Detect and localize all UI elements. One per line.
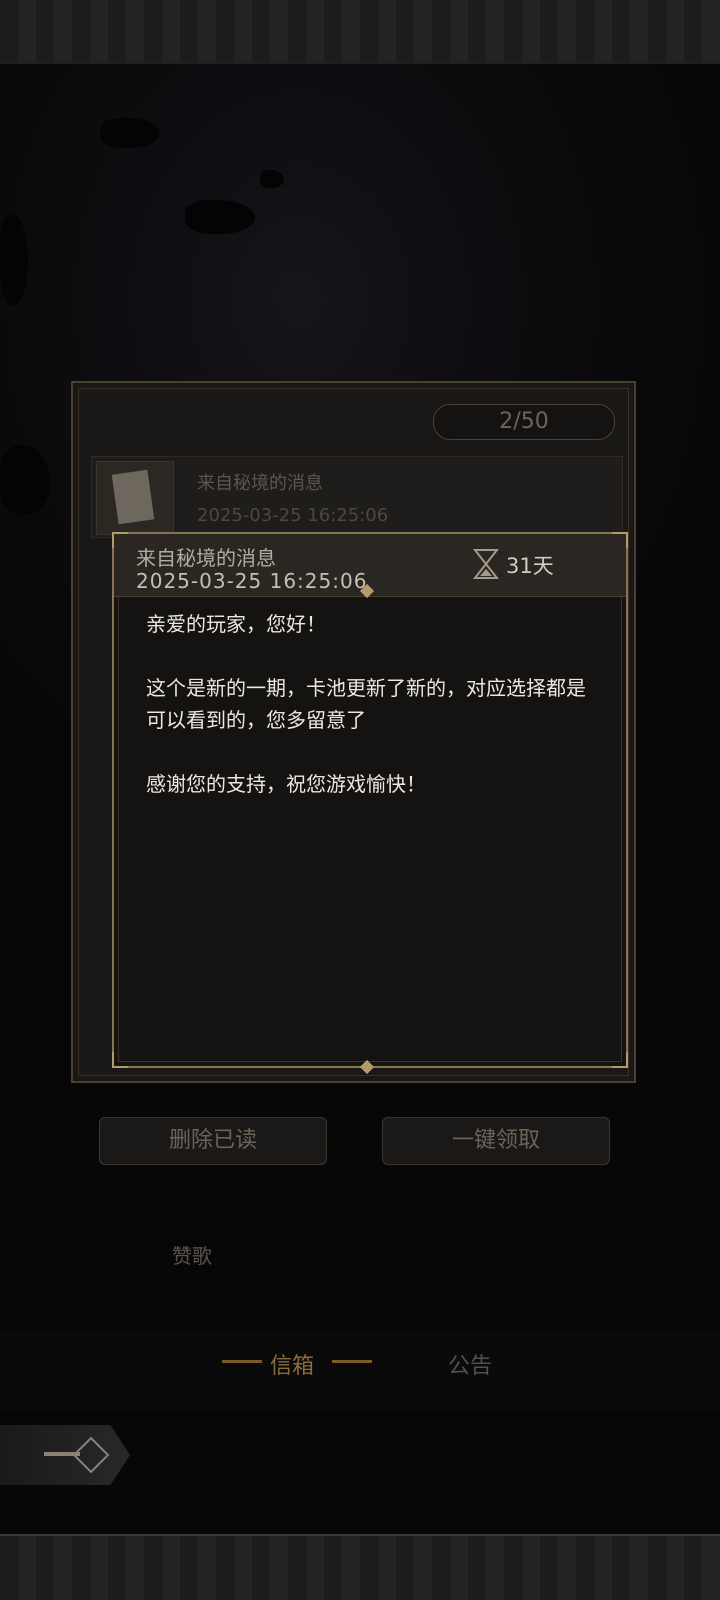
mail-list-item[interactable]: 来自秘境的消息 2025-03-25 16:25:06 xyxy=(91,456,623,538)
mail-greeting: 亲爱的玩家，您好！ xyxy=(146,612,326,636)
mail-body: 亲爱的玩家，您好！ 这个是新的一期，卡池更新了新的，对应选择都是可以看到的，您多… xyxy=(146,608,596,832)
claim-all-button[interactable]: 一键领取 xyxy=(382,1117,610,1165)
tab-ornament-right xyxy=(332,1360,372,1363)
mail-item-title: 来自秘境的消息 xyxy=(197,473,323,494)
mail-detail-header: 来自秘境的消息 2025-03-25 16:25:06 31天 xyxy=(114,534,626,599)
mail-detail-title: 来自秘境的消息 xyxy=(136,546,276,570)
mail-detail-date: 2025-03-25 16:25:06 xyxy=(136,569,368,593)
tab-ornament-left xyxy=(222,1360,262,1363)
hourglass-icon xyxy=(472,549,500,579)
corner-ornament xyxy=(612,1052,628,1068)
tab-mailbox[interactable]: 信箱 xyxy=(270,1348,314,1380)
mail-paragraph: 这个是新的一期，卡池更新了新的，对应选择都是可以看到的，您多留意了 xyxy=(146,676,586,732)
mail-closing: 感谢您的支持，祝您游戏愉快！ xyxy=(146,772,426,796)
hymn-label: 赞歌 xyxy=(172,1244,212,1268)
back-button[interactable] xyxy=(0,1425,130,1485)
mail-count: 2/50 xyxy=(433,404,615,440)
bottom-frame-border xyxy=(0,1534,720,1600)
mail-item-date: 2025-03-25 16:25:06 xyxy=(197,505,389,526)
delete-read-button[interactable]: 删除已读 xyxy=(99,1117,327,1165)
scroll-letter-icon xyxy=(96,461,174,535)
corner-ornament xyxy=(112,1052,128,1068)
top-frame-border xyxy=(0,0,720,64)
expiry-days: 31天 xyxy=(506,554,554,578)
diamond-icon xyxy=(72,1436,110,1474)
game-screen: 2/50 来自秘境的消息 2025-03-25 16:25:06 删除已读 一键… xyxy=(0,0,720,1600)
tab-notice[interactable]: 公告 xyxy=(448,1348,492,1380)
bottom-tab-bar: 信箱 公告 xyxy=(0,1330,720,1410)
mail-detail-dialog: 来自秘境的消息 2025-03-25 16:25:06 31天 亲爱的玩家，您好… xyxy=(112,532,628,1075)
